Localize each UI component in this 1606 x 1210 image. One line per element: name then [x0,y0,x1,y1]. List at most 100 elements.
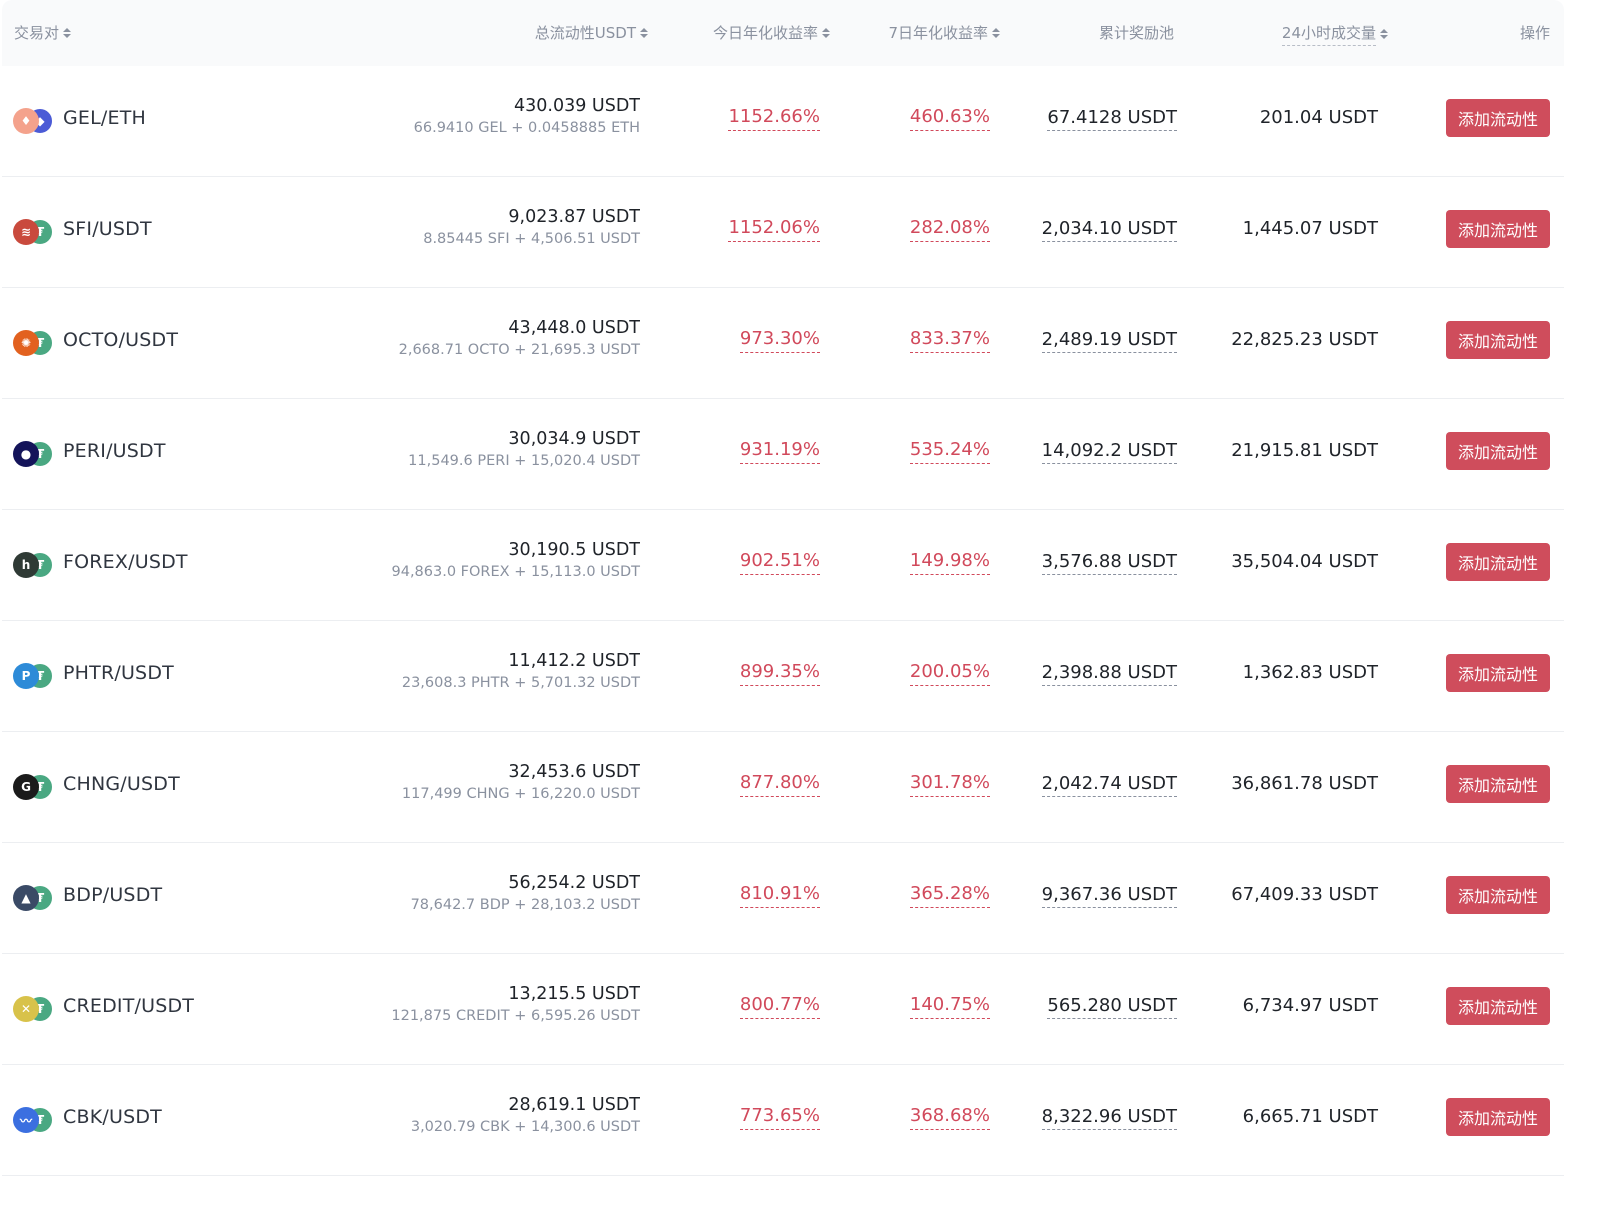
sort-icon[interactable] [992,27,1000,39]
liquidity-value: 30,190.5 USDT [508,540,640,560]
pair-name: CHNG/USDT [63,773,180,795]
add-liquidity-button[interactable]: 添加流动性 [1446,765,1550,803]
volume-24h: 1,362.83 USDT [1242,662,1378,683]
reward-pool[interactable]: 2,034.10 USDT [1041,218,1177,242]
header-apr-7d[interactable]: 7日年化收益率 [888,22,1000,43]
header-reward-pool-label: 累计奖励池 [1098,24,1174,42]
apr-7d[interactable]: 140.75% [909,994,990,1019]
reward-pool[interactable]: 14,092.2 USDT [1041,440,1177,464]
reward-pool[interactable]: 3,576.88 USDT [1041,551,1177,575]
table-row[interactable]: ● ₮ PERI/USDT 30,034.9 USDT 11,549.6 PER… [2,399,1564,510]
header-pair[interactable]: 交易对 [14,22,72,43]
reward-pool[interactable]: 9,367.36 USDT [1041,884,1177,908]
liquidity-value: 56,254.2 USDT [508,873,640,893]
volume-24h: 6,734.97 USDT [1242,995,1378,1016]
table-row[interactable]: ✺ ₮ OCTO/USDT 43,448.0 USDT 2,668.71 OCT… [2,288,1564,399]
table-row[interactable]: G ₮ CHNG/USDT 32,453.6 USDT 117,499 CHNG… [2,732,1564,843]
apr-7d[interactable]: 368.68% [909,1105,990,1130]
apr-today[interactable]: 810.91% [739,883,820,908]
add-liquidity-button[interactable]: 添加流动性 [1446,654,1550,692]
total-liquidity: 9,023.87 USDT 8.85445 SFI + 4,506.51 USD… [423,207,640,247]
volume-24h: 1,445.07 USDT [1242,218,1378,239]
phtr-icon: P [13,663,39,689]
apr-7d[interactable]: 149.98% [909,550,990,575]
apr-today[interactable]: 899.35% [739,661,820,686]
header-volume-24h[interactable]: 24小时成交量 [1281,22,1388,46]
add-liquidity-button[interactable]: 添加流动性 [1446,321,1550,359]
table-row[interactable]: ✕ ₮ CREDIT/USDT 13,215.5 USDT 121,875 CR… [2,954,1564,1065]
pair-name: CBK/USDT [63,1106,162,1128]
apr-7d[interactable]: 460.63% [909,106,990,131]
apr-today[interactable]: 902.51% [739,550,820,575]
header-apr-today-label: 今日年化收益率 [712,24,818,42]
sort-icon[interactable] [640,27,648,39]
add-liquidity-button[interactable]: 添加流动性 [1446,987,1550,1025]
sort-icon[interactable] [63,27,72,39]
add-liquidity-button[interactable]: 添加流动性 [1446,99,1550,137]
add-liquidity-button[interactable]: 添加流动性 [1446,1098,1550,1136]
header-liquidity[interactable]: 总流动性USDT [535,22,648,43]
pair-icons: ♦ ◆ [13,108,55,134]
bdp-icon: ▲ [13,885,39,911]
header-pair-label: 交易对 [14,24,60,42]
pair-icons: ● ₮ [13,441,55,467]
table-row[interactable]: ≋ ₮ SFI/USDT 9,023.87 USDT 8.85445 SFI +… [2,177,1564,288]
gel-icon: ♦ [13,108,39,134]
reward-pool[interactable]: 2,398.88 USDT [1041,662,1177,686]
pair-icons: ▲ ₮ [13,885,55,911]
liquidity-value: 9,023.87 USDT [508,207,640,227]
apr-today[interactable]: 1152.06% [728,217,820,242]
table-row[interactable]: ♦ ◆ GEL/ETH 430.039 USDT 66.9410 GEL + 0… [2,66,1564,177]
volume-24h: 67,409.33 USDT [1231,884,1378,905]
total-liquidity: 30,190.5 USDT 94,863.0 FOREX + 15,113.0 … [392,540,641,580]
table-row[interactable]: ▲ ₮ BDP/USDT 56,254.2 USDT 78,642.7 BDP … [2,843,1564,954]
pair-name: OCTO/USDT [63,329,179,351]
apr-7d[interactable]: 365.28% [909,883,990,908]
liquidity-composition: 66.9410 GEL + 0.0458885 ETH [413,120,640,136]
apr-7d[interactable]: 301.78% [909,772,990,797]
reward-pool[interactable]: 8,322.96 USDT [1041,1106,1177,1130]
apr-7d[interactable]: 833.37% [909,328,990,353]
volume-24h: 6,665.71 USDT [1242,1106,1378,1127]
sort-icon[interactable] [1380,28,1388,40]
add-liquidity-button[interactable]: 添加流动性 [1446,432,1550,470]
liquidity-composition: 94,863.0 FOREX + 15,113.0 USDT [391,564,641,580]
liquidity-composition: 2,668.71 OCTO + 21,695.3 USDT [398,342,640,358]
volume-24h: 22,825.23 USDT [1231,329,1378,350]
add-liquidity-button[interactable]: 添加流动性 [1446,210,1550,248]
apr-today[interactable]: 800.77% [739,994,820,1019]
add-liquidity-button[interactable]: 添加流动性 [1446,543,1550,581]
pair-icons: ✕ ₮ [13,996,55,1022]
header-volume-24h-label: 24小时成交量 [1281,22,1376,46]
table-row[interactable]: h ₮ FOREX/USDT 30,190.5 USDT 94,863.0 FO… [2,510,1564,621]
header-apr-today[interactable]: 今日年化收益率 [713,22,830,43]
apr-7d[interactable]: 200.05% [909,661,990,686]
table-row[interactable]: P ₮ PHTR/USDT 11,412.2 USDT 23,608.3 PHT… [2,621,1564,732]
sort-icon[interactable] [822,27,830,39]
apr-7d[interactable]: 535.24% [909,439,990,464]
apr-today[interactable]: 877.80% [739,772,820,797]
pair-name: CREDIT/USDT [63,995,195,1017]
liquidity-value: 32,453.6 USDT [508,762,640,782]
pair-name: BDP/USDT [63,884,163,906]
liquidity-composition: 23,608.3 PHTR + 5,701.32 USDT [401,675,640,691]
pair-name: PHTR/USDT [63,662,174,684]
pair-icons: ≋ ₮ [13,219,55,245]
apr-today[interactable]: 931.19% [739,439,820,464]
peri-icon: ● [13,441,39,467]
liquidity-composition: 8.85445 SFI + 4,506.51 USDT [423,231,640,247]
octo-icon: ✺ [13,330,39,356]
apr-today[interactable]: 773.65% [739,1105,820,1130]
reward-pool[interactable]: 565.280 USDT [1047,995,1177,1019]
reward-pool[interactable]: 2,489.19 USDT [1041,329,1177,353]
reward-pool[interactable]: 2,042.74 USDT [1041,773,1177,797]
reward-pool[interactable]: 67.4128 USDT [1047,107,1177,131]
header-liquidity-label: 总流动性USDT [534,24,636,42]
pair-icons: ✺ ₮ [13,330,55,356]
add-liquidity-button[interactable]: 添加流动性 [1446,876,1550,914]
apr-today[interactable]: 1152.66% [728,106,820,131]
table-row[interactable]: 〰 ₮ CBK/USDT 28,619.1 USDT 3,020.79 CBK … [2,1065,1564,1176]
apr-7d[interactable]: 282.08% [909,217,990,242]
apr-today[interactable]: 973.30% [739,328,820,353]
pair-name: PERI/USDT [63,440,166,462]
